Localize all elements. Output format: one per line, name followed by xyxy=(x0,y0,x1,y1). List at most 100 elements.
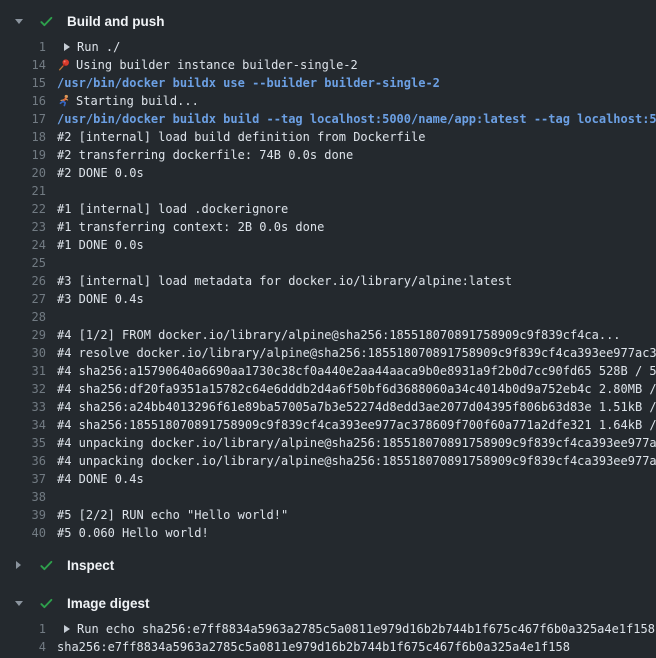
log-line-number[interactable]: 36 xyxy=(0,452,46,470)
log-line-number[interactable]: 4 xyxy=(0,638,46,656)
step-header-build-and-push[interactable]: Build and push xyxy=(0,6,656,36)
log-line-content: Using builder instance builder-single-2 xyxy=(57,56,358,74)
log-line-number[interactable]: 20 xyxy=(0,164,46,182)
log-line: 16 Starting build... xyxy=(0,92,656,110)
log-line: 19 #2 transferring dockerfile: 74B 0.0s d… xyxy=(0,146,656,164)
log-line-text: #4 DONE 0.4s xyxy=(57,470,144,488)
log-line: 34#4 sha256:185518070891758909c9f839cf4c… xyxy=(0,416,656,434)
success-check-icon xyxy=(39,14,54,29)
log-line-number[interactable]: 31 xyxy=(0,362,46,380)
log-line-number[interactable]: 22 xyxy=(0,200,46,218)
log-line: 1 Run ./ xyxy=(0,38,656,56)
log-line-content: #4 sha256:df20fa9351a15782c64e6dddb2d4a6… xyxy=(57,380,656,398)
log-line-number[interactable]: 32 xyxy=(0,380,46,398)
log-line-content: #4 resolve docker.io/library/alpine@sha2… xyxy=(57,344,656,362)
log-line-number[interactable]: 1 xyxy=(0,38,46,56)
step-title: Inspect xyxy=(67,558,114,573)
log-line-content: #2 transferring dockerfile: 74B 0.0s don… xyxy=(57,146,353,164)
log-line-number[interactable]: 26 xyxy=(0,272,46,290)
expand-run-icon[interactable] xyxy=(64,625,70,633)
log-line: 1 Run echo sha256:e7ff8834a5963a2785c5a08… xyxy=(0,620,656,638)
log-line-number[interactable]: 21 xyxy=(0,182,46,200)
log-line: 33 #4 sha256:a24bb4013296f61e89ba57005a7b… xyxy=(0,398,656,416)
log-line-number[interactable]: 19 xyxy=(0,146,46,164)
log-line-number[interactable]: 37 xyxy=(0,470,46,488)
log-line: 35#4 unpacking docker.io/library/alpine@… xyxy=(0,434,656,452)
log-line-number[interactable]: 27 xyxy=(0,290,46,308)
log-line-number[interactable]: 15 xyxy=(0,74,46,92)
log-line-text: Run ./ xyxy=(77,38,120,56)
log-line-number[interactable]: 17 xyxy=(0,110,46,128)
log-line-content: #3 [internal] load metadata for docker.i… xyxy=(57,272,512,290)
log-line-content: #4 sha256:a24bb4013296f61e89ba57005a7b3e… xyxy=(57,398,656,416)
chevron-right-icon[interactable] xyxy=(13,561,24,569)
log-line-number[interactable]: 1 xyxy=(0,620,46,638)
step-log-lines: 1 Run echo sha256:e7ff8834a5963a2785c5a08… xyxy=(0,618,656,656)
log-line-number[interactable]: 30 xyxy=(0,344,46,362)
log-line-text: /usr/bin/docker buildx use --builder bui… xyxy=(57,74,440,92)
log-line: 23 #1 transferring context: 2B 0.0s done xyxy=(0,218,656,236)
log-line-text: #5 0.060 Hello world! xyxy=(57,524,209,542)
log-line-number[interactable]: 28 xyxy=(0,308,46,326)
log-line: 27 #3 DONE 0.4s xyxy=(0,290,656,308)
expand-run-icon[interactable] xyxy=(64,43,70,51)
log-line-text: #2 [internal] load build definition from… xyxy=(57,128,425,146)
log-line-text: #4 [1/2] FROM docker.io/library/alpine@s… xyxy=(57,326,621,344)
log-line-content: #1 [internal] load .dockerignore xyxy=(57,200,288,218)
log-line: 39 #5 [2/2] RUN echo "Hello world!" xyxy=(0,506,656,524)
log-line-number[interactable]: 34 xyxy=(0,416,46,434)
log-line-text: sha256:e7ff8834a5963a2785c5a0811e979d16b… xyxy=(57,638,570,656)
log-line-content: #5 [2/2] RUN echo "Hello world!" xyxy=(57,506,288,524)
log-line-number[interactable]: 40 xyxy=(0,524,46,542)
step-header-image-digest[interactable]: Image digest xyxy=(0,588,656,618)
log-line: 36#4 unpacking docker.io/library/alpine@… xyxy=(0,452,656,470)
success-check-icon xyxy=(39,558,54,573)
log-line-content: #4 sha256:a15790640a6690aa1730c38cf0a440… xyxy=(57,362,656,380)
log-line-text: #1 DONE 0.0s xyxy=(57,236,144,254)
log-line-number[interactable]: 23 xyxy=(0,218,46,236)
step-log-lines: 1 Run ./ 14 Using builder instance builder-… xyxy=(0,36,656,542)
log-line: 28 xyxy=(0,308,656,326)
log-line-content: #3 DONE 0.4s xyxy=(57,290,144,308)
log-line-content: Run echo sha256:e7ff8834a5963a2785c5a081… xyxy=(57,620,655,638)
log-line-text: #4 sha256:df20fa9351a15782c64e6dddb2d4a6… xyxy=(57,380,656,398)
success-check-icon xyxy=(39,596,54,611)
log-line-content: #2 [internal] load build definition from… xyxy=(57,128,425,146)
log-line-number[interactable]: 38 xyxy=(0,488,46,506)
log-line-number[interactable]: 33 xyxy=(0,398,46,416)
chevron-down-icon[interactable] xyxy=(13,19,24,24)
log-line-text: #3 [internal] load metadata for docker.i… xyxy=(57,272,512,290)
log-line-content: sha256:e7ff8834a5963a2785c5a0811e979d16b… xyxy=(57,638,570,656)
log-line-text: Starting build... xyxy=(76,92,199,110)
log-line-number[interactable]: 18 xyxy=(0,128,46,146)
log-line: 18 #2 [internal] load build definition fr… xyxy=(0,128,656,146)
log-line-number[interactable]: 16 xyxy=(0,92,46,110)
log-line: 14 Using builder instance builder-single-… xyxy=(0,56,656,74)
log-line-number[interactable]: 24 xyxy=(0,236,46,254)
log-line-number[interactable]: 25 xyxy=(0,254,46,272)
log-line-text: #2 DONE 0.0s xyxy=(57,164,144,182)
step-header-inspect[interactable]: Inspect xyxy=(0,550,656,580)
log-line: 37 #4 DONE 0.4s xyxy=(0,470,656,488)
log-line-number[interactable]: 29 xyxy=(0,326,46,344)
step-title: Image digest xyxy=(67,596,150,611)
log-line-number[interactable]: 39 xyxy=(0,506,46,524)
log-line: 40 #5 0.060 Hello world! xyxy=(0,524,656,542)
log-line-number[interactable]: 14 xyxy=(0,56,46,74)
log-line: 22 #1 [internal] load .dockerignore xyxy=(0,200,656,218)
log-line-text: #4 resolve docker.io/library/alpine@sha2… xyxy=(57,344,656,362)
log-line-content: #1 transferring context: 2B 0.0s done xyxy=(57,218,324,236)
log-line-text: #1 transferring context: 2B 0.0s done xyxy=(57,218,324,236)
log-line: 31 #4 sha256:a15790640a6690aa1730c38cf0a4… xyxy=(0,362,656,380)
log-line-text: #3 DONE 0.4s xyxy=(57,290,144,308)
log-line-text: #1 [internal] load .dockerignore xyxy=(57,200,288,218)
log-line: 38 xyxy=(0,488,656,506)
log-line-content: #2 DONE 0.0s xyxy=(57,164,144,182)
log-line: 25 xyxy=(0,254,656,272)
chevron-down-icon[interactable] xyxy=(13,601,24,606)
log-line: 24 #1 DONE 0.0s xyxy=(0,236,656,254)
pushpin-icon xyxy=(57,58,71,72)
log-line: 4 sha256:e7ff8834a5963a2785c5a0811e979d16… xyxy=(0,638,656,656)
log-line-text: #2 transferring dockerfile: 74B 0.0s don… xyxy=(57,146,353,164)
log-line-number[interactable]: 35 xyxy=(0,434,46,452)
